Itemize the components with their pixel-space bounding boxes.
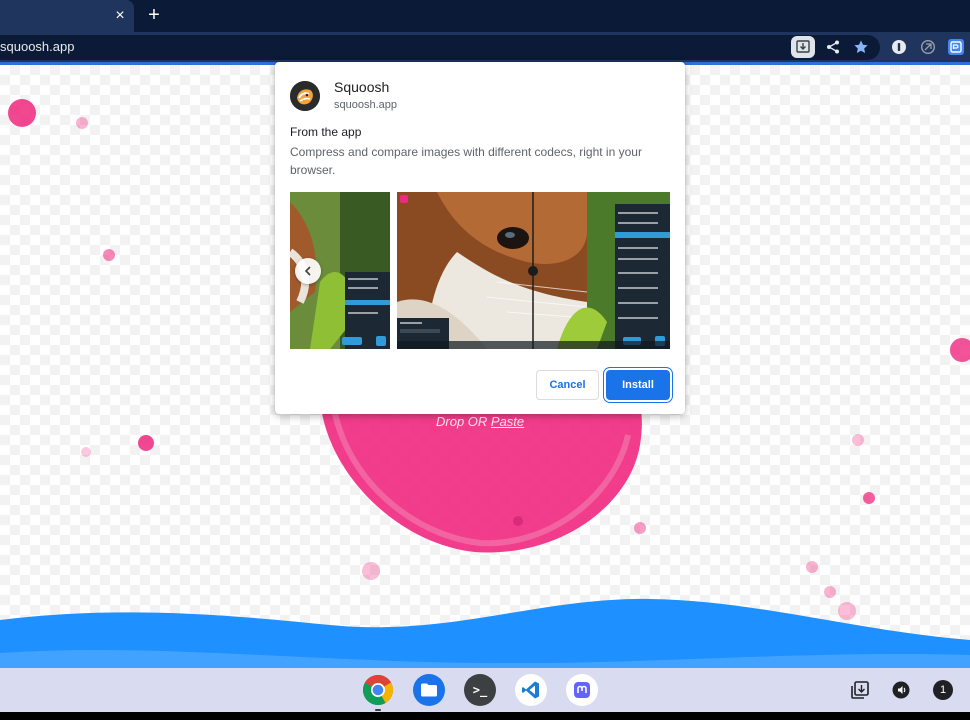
address-bar-url[interactable]: squoosh.app — [0, 39, 74, 55]
1password-icon[interactable] — [887, 36, 911, 58]
chevron-left-icon — [304, 266, 311, 276]
active-tab[interactable]: × — [0, 0, 134, 32]
paste-link[interactable]: Paste — [491, 414, 524, 429]
tab-close-button[interactable]: × — [112, 7, 128, 25]
bookmark-star-icon[interactable] — [849, 36, 873, 58]
terminal-icon[interactable]: >_ — [464, 674, 496, 706]
address-bar[interactable] — [0, 35, 880, 60]
share-icon[interactable] — [821, 36, 845, 58]
carousel-previous-button[interactable] — [295, 258, 321, 284]
drop-label: Drop OR — [436, 414, 491, 429]
screen-bottom-edge — [0, 712, 970, 720]
red-panda-compare-screenshot — [397, 192, 670, 349]
chrome-running-indicator — [375, 709, 381, 711]
install-app-icon[interactable] — [791, 36, 815, 58]
dialog-description: Compress and compare images with differe… — [290, 145, 642, 177]
notification-badge[interactable]: 1 — [932, 679, 954, 701]
dialog-section-title: From the app — [290, 125, 362, 139]
cancel-button[interactable]: Cancel — [536, 370, 599, 400]
install-button[interactable]: Install — [606, 370, 670, 400]
terminal-glyph: >_ — [472, 683, 488, 697]
dialog-app-name: Squoosh — [334, 79, 390, 95]
dialog-app-url: squoosh.app — [334, 99, 397, 111]
media-controls-icon[interactable] — [890, 679, 912, 701]
squoosh-app-icon — [290, 81, 320, 111]
install-app-dialog: Squoosh squoosh.app From the app Compres… — [275, 62, 685, 414]
profile-icon[interactable] — [944, 36, 968, 58]
tab-strip: × + — [0, 0, 970, 32]
new-tab-button[interactable]: + — [145, 4, 163, 26]
files-icon[interactable] — [413, 674, 445, 706]
mastodon-icon[interactable] — [566, 674, 598, 706]
chrome-icon[interactable] — [362, 674, 394, 706]
extension-icon[interactable] — [916, 36, 940, 58]
vscode-icon[interactable] — [515, 674, 547, 706]
notification-count: 1 — [933, 680, 953, 700]
holding-space-icon[interactable] — [849, 679, 871, 701]
drop-or-paste-prompt: Drop OR Paste — [436, 414, 524, 430]
